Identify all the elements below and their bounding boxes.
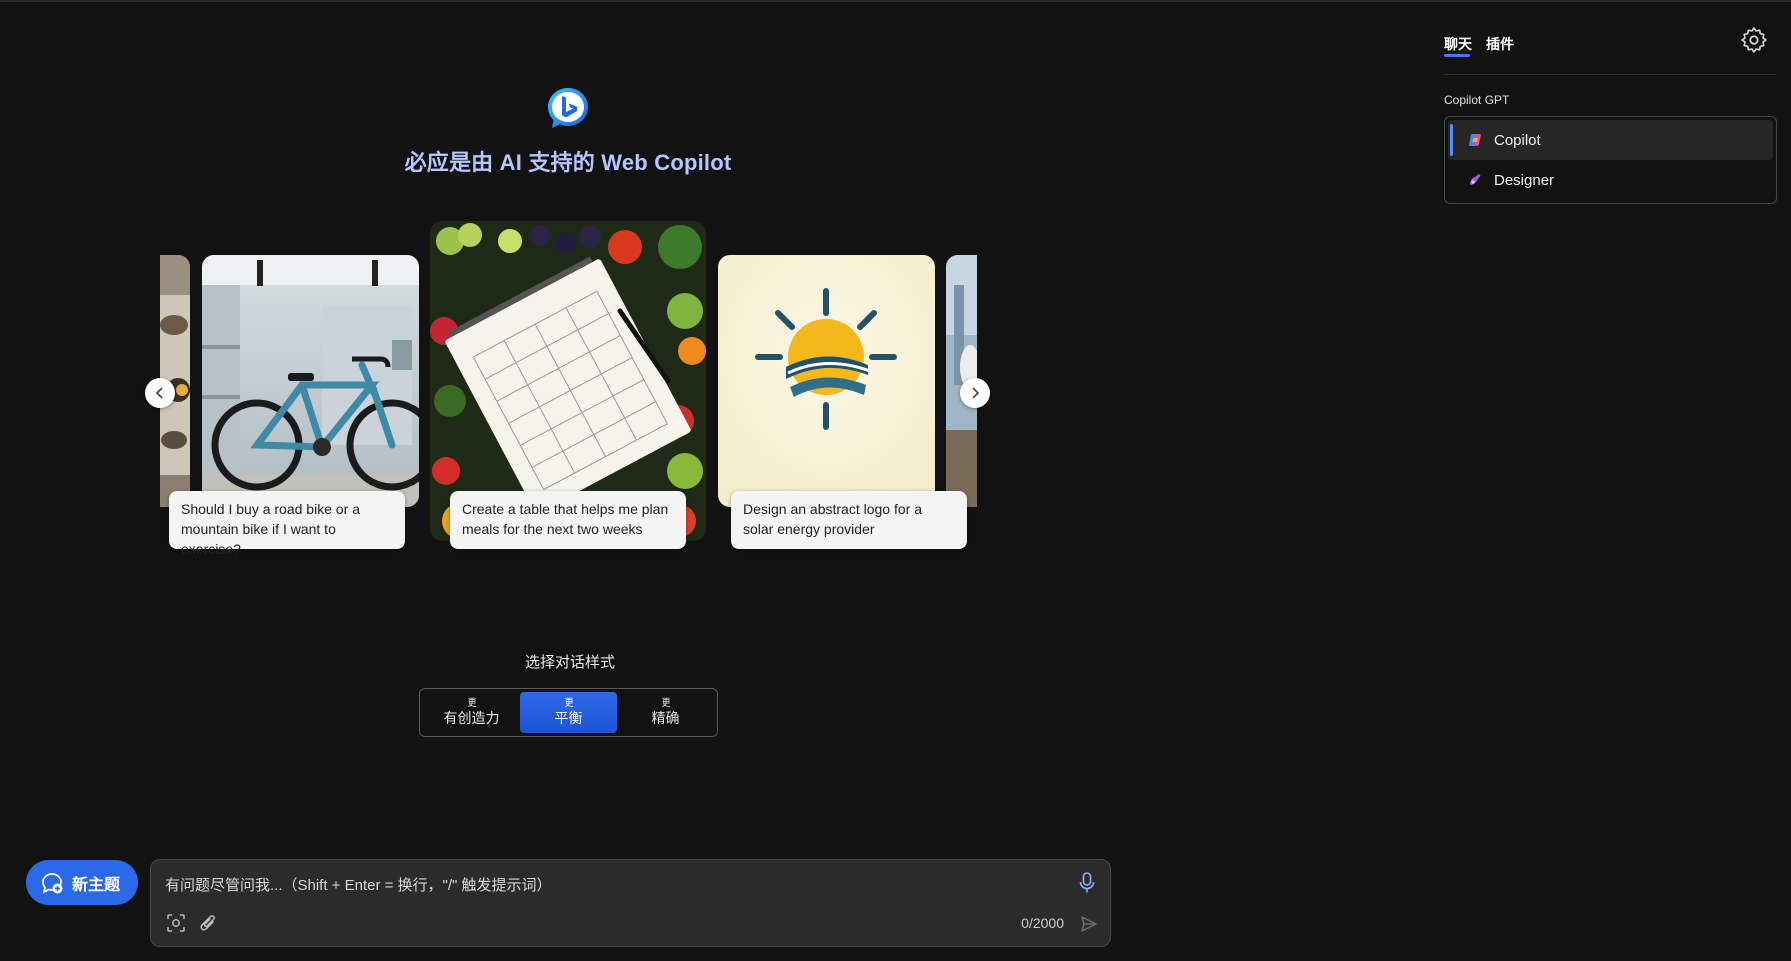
carousel-card-bike[interactable] bbox=[202, 255, 419, 507]
card-caption-solar-logo[interactable]: Design an abstract logo for a solar ener… bbox=[731, 491, 967, 549]
tone-label: 有创造力 bbox=[443, 709, 500, 726]
send-icon[interactable] bbox=[1080, 915, 1098, 933]
right-panel-divider bbox=[1444, 74, 1776, 75]
gpt-list: Copilot Designer bbox=[1444, 116, 1777, 204]
tone-more-label: 更 bbox=[661, 697, 670, 709]
card-caption-meal-plan[interactable]: Create a table that helps me plan meals … bbox=[450, 491, 686, 549]
tone-balanced-button[interactable]: 更 平衡 bbox=[520, 692, 617, 733]
chat-input-box: 0/2000 bbox=[150, 859, 1111, 947]
carousel-prev-button[interactable] bbox=[145, 378, 175, 408]
solar-logo-image bbox=[718, 255, 935, 507]
gear-icon[interactable] bbox=[1740, 26, 1768, 54]
screenshot-icon[interactable] bbox=[167, 914, 185, 932]
road-bike-image bbox=[202, 255, 419, 507]
card-caption-bike[interactable]: Should I buy a road bike or a mountain b… bbox=[169, 491, 405, 557]
tone-precise-button[interactable]: 更 精确 bbox=[617, 692, 714, 733]
tone-selector-title: 选择对话样式 bbox=[524, 654, 615, 671]
bing-chat-logo-icon bbox=[546, 86, 590, 130]
page-title: 必应是由 AI 支持的 Web Copilot bbox=[404, 150, 732, 175]
tone-more-label: 更 bbox=[564, 697, 573, 709]
tone-more-label: 更 bbox=[467, 697, 476, 709]
new-topic-label: 新主题 bbox=[72, 876, 121, 894]
tone-label: 平衡 bbox=[554, 709, 583, 726]
tone-label: 精确 bbox=[651, 709, 680, 726]
carousel-card-solar-logo[interactable] bbox=[718, 255, 935, 507]
gpt-item-label: Copilot bbox=[1494, 131, 1541, 149]
gpt-section-title: Copilot GPT bbox=[1444, 93, 1510, 107]
gpt-item-label: Designer bbox=[1494, 171, 1555, 189]
new-chat-icon bbox=[42, 872, 63, 894]
paperclip-icon[interactable] bbox=[199, 913, 217, 933]
microphone-icon[interactable] bbox=[1078, 872, 1096, 894]
tone-selector: 更 有创造力 更 平衡 更 精确 bbox=[419, 688, 718, 737]
tab-chat[interactable]: 聊天 bbox=[1444, 34, 1472, 54]
active-tab-indicator bbox=[1444, 54, 1470, 57]
character-counter: 0/2000 bbox=[1021, 915, 1064, 931]
tone-creative-button[interactable]: 更 有创造力 bbox=[423, 692, 520, 733]
chevron-right-icon bbox=[972, 387, 980, 399]
copilot-icon bbox=[1469, 134, 1481, 146]
chevron-left-icon bbox=[155, 387, 163, 399]
designer-icon bbox=[1470, 174, 1481, 185]
gpt-item-copilot[interactable]: Copilot bbox=[1448, 120, 1773, 160]
tab-plugins[interactable]: 插件 bbox=[1486, 34, 1514, 54]
window-top-border bbox=[0, 0, 1791, 2]
new-topic-button[interactable]: 新主题 bbox=[26, 860, 138, 905]
gpt-item-designer[interactable]: Designer bbox=[1448, 160, 1773, 200]
chat-input[interactable] bbox=[165, 872, 1045, 898]
carousel-next-button[interactable] bbox=[960, 378, 990, 408]
